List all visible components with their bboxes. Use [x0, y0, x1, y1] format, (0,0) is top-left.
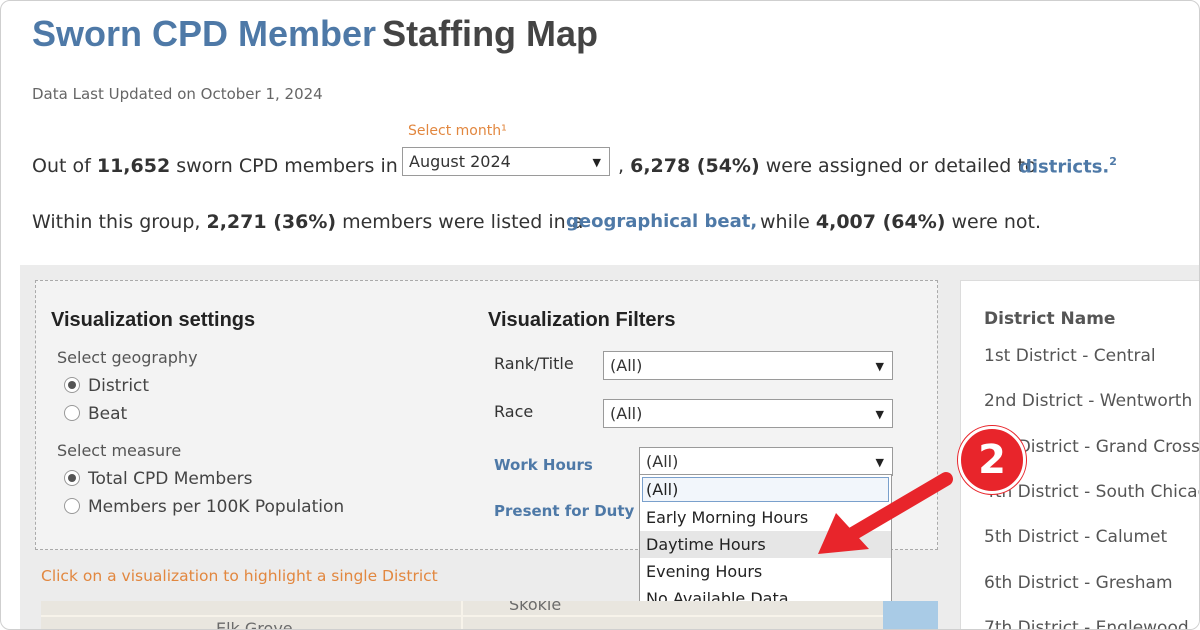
arrow-shaft [837, 472, 953, 546]
annotation-arrow [818, 472, 953, 554]
step-badge: 2 [958, 426, 1026, 494]
page-frame: Sworn CPD Member Staffing Map Data Last U… [0, 0, 1200, 630]
